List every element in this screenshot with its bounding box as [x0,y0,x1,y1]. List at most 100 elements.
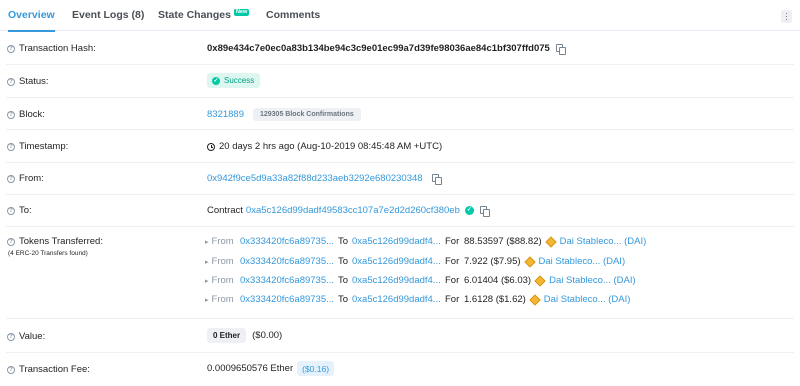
help-icon[interactable]: ? [7,174,15,183]
timestamp-value-row: 20 days 2 hrs ago (Aug-10-2019 08:45:48 … [207,141,442,152]
for-word: For [445,294,460,305]
transfer-to-link[interactable]: 0xa5c126d99dadf4... [352,294,441,305]
ether-value-badge: 0 Ether [207,328,247,343]
to-word: To [338,275,349,286]
divider [6,64,794,65]
to-word: To [338,236,349,247]
verified-check-icon: ✓ [464,206,474,215]
block-label: ? Block: [7,109,45,120]
divider [6,318,794,319]
from-word: From [211,294,234,305]
from-word: From [211,275,234,286]
block-number-link[interactable]: 8321889 [207,109,244,120]
copy-icon[interactable] [555,43,566,55]
value-usd: ($0.00) [252,330,283,341]
tab-overview[interactable]: Overview [8,0,55,32]
value-label-text: Value: [19,331,46,342]
from-label: ? From: [7,173,44,184]
transfer-to-link[interactable]: 0xa5c126d99dadf4... [352,256,441,267]
divider [6,162,794,163]
dai-token-icon [544,235,557,248]
to-value-row: Contract 0xa5c126d99dadf49583cc107a7e2d2… [207,205,490,217]
transfer-from-link[interactable]: 0x333420fc6a89735... [240,275,334,286]
fee-value: 0.0009650576 Ether [207,363,294,374]
status-badge: ✓ Success [207,73,261,88]
for-word: For [445,275,460,286]
tx-hash-label: ? Transaction Hash: [7,43,96,54]
token-link[interactable]: Dai Stableco... (DAI) [539,256,626,267]
status-label-text: Status: [19,76,49,87]
token-link[interactable]: Dai Stableco... (DAI) [544,294,631,305]
timestamp-value: 20 days 2 hrs ago (Aug-10-2019 08:45:48 … [219,141,443,152]
tx-hash-value-row: 0x89e434c7e0ec0a83b134be94c3c9e01ec99a7d… [207,43,566,55]
transfer-amount-group: 7.922 ($7.95) Dai Stableco... (DAI) [464,255,626,268]
transaction-fee-label: ? Transaction Fee: [7,364,90,375]
from-label-text: From: [19,173,44,184]
fee-usd-badge: ($0.16) [297,361,335,376]
dai-token-icon [529,293,541,306]
tokens-transferred-sublabel: (4 ERC-20 Transfers found) [8,250,88,257]
help-icon[interactable]: ? [7,237,15,246]
transfer-from-link[interactable]: 0x333420fc6a89735... [240,256,334,267]
divider [6,129,794,130]
block-label-text: Block: [19,109,45,120]
fee-row: 0.0009650576 Ether ($0.16) [207,361,335,376]
from-word: From [211,236,234,247]
help-icon[interactable]: ? [7,110,15,119]
caret-right-icon: ▸ [205,277,209,285]
check-circle-icon: ✓ [212,76,220,85]
fee-label-text: Transaction Fee: [19,364,90,375]
transfer-amount-group: 6.01404 ($6.03) Dai Stableco... (DAI) [464,274,636,287]
token-transfer-row: ▸ From 0x333420fc6a89735... To 0xa5c126d9… [205,274,636,287]
tab-state-changes-label: State Changes [158,9,231,21]
token-link[interactable]: Dai Stableco... (DAI) [560,236,647,247]
copy-icon[interactable] [431,173,442,185]
help-icon[interactable]: ? [7,365,15,374]
help-icon[interactable]: ? [7,142,15,151]
transfer-to-link[interactable]: 0xa5c126d99dadf4... [352,275,441,286]
tx-hash-value: 0x89e434c7e0ec0a83b134be94c3c9e01ec99a7d… [207,43,550,54]
transfer-amount: 6.01404 ($6.03) [464,275,532,286]
to-label-text: To: [19,205,32,216]
dai-token-icon [523,255,536,268]
from-value-row: 0x942f9ce5d9a33a82f88d233aeb3292e6802303… [207,173,442,185]
to-word: To [338,256,349,267]
tokens-transferred-label: ? Tokens Transferred: [7,236,103,247]
clock-icon [207,142,215,151]
transfer-from-link[interactable]: 0x333420fc6a89735... [240,236,334,247]
block-value-row: 8321889 129305 Block Confirmations [207,108,361,121]
for-word: For [445,256,460,267]
more-options-icon[interactable] [781,10,792,23]
token-transfer-row: ▸ From 0x333420fc6a89735... To 0xa5c126d9… [205,255,625,268]
value-row: 0 Ether ($0.00) [207,328,282,343]
divider [6,226,794,227]
transfer-amount: 7.922 ($7.95) [464,256,521,267]
tab-state-changes[interactable]: State Changes New [158,0,250,31]
transfer-amount-group: 88.53597 ($88.82) Dai Stableco... (DAI) [464,235,647,248]
transfer-from-link[interactable]: 0x333420fc6a89735... [240,294,334,305]
tab-comments[interactable]: Comments [266,0,320,31]
help-icon[interactable]: ? [7,44,15,53]
transfer-to-link[interactable]: 0xa5c126d99dadf4... [352,236,441,247]
transfer-amount: 88.53597 ($88.82) [464,236,542,247]
transfer-amount: 1.6128 ($1.62) [464,294,526,305]
divider [6,97,794,98]
copy-icon[interactable] [479,205,490,217]
to-label: ? To: [7,205,32,216]
tx-hash-label-text: Transaction Hash: [19,43,96,54]
divider [6,352,794,353]
token-link[interactable]: Dai Stableco... (DAI) [549,275,636,286]
token-transfer-row: ▸ From 0x333420fc6a89735... To 0xa5c126d9… [205,293,630,306]
help-icon[interactable]: ? [7,206,15,215]
timestamp-label: ? Timestamp: [7,141,68,152]
tab-event-logs[interactable]: Event Logs (8) [72,0,144,31]
caret-right-icon: ▸ [205,258,209,266]
status-label: ? Status: [7,76,49,87]
new-badge: New [233,9,250,16]
to-contract-link[interactable]: 0xa5c126d99dadf49583cc107a7e2d2d260cf380… [246,205,460,216]
caret-right-icon: ▸ [205,238,209,246]
block-confirmations-badge: 129305 Block Confirmations [252,108,361,121]
help-icon[interactable]: ? [7,77,15,86]
help-icon[interactable]: ? [7,332,15,341]
from-address-link[interactable]: 0x942f9ce5d9a33a82f88d233aeb3292e6802303… [207,173,423,184]
